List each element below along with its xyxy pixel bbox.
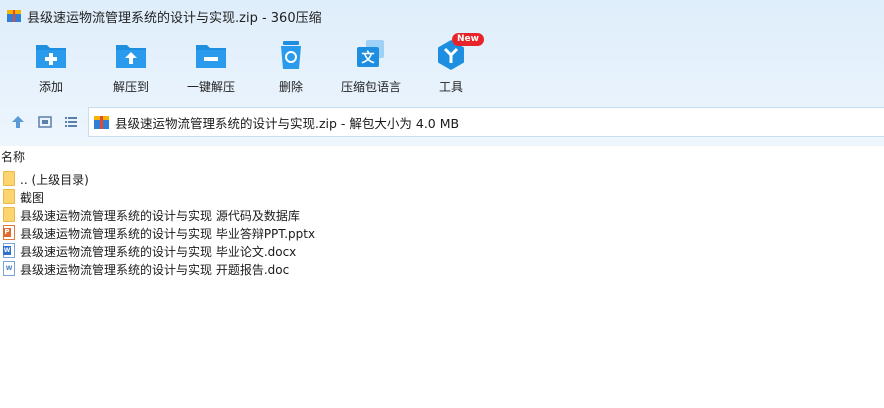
add-label: 添加 [38, 80, 63, 94]
recycle-bin-icon [274, 38, 308, 72]
extract-to-label: 解压到 [112, 80, 149, 94]
docx-file-icon [3, 243, 17, 259]
pptx-file-icon [3, 225, 17, 241]
list-item[interactable]: 县级速运物流管理系统的设计与实现 源代码及数据库 [0, 206, 884, 224]
extract-to-icon [114, 38, 148, 72]
toolbar: 添加 解压到 一键解压 删除 文 压缩包语言 工具 New [0, 33, 884, 96]
folder-icon [3, 207, 17, 223]
navigation-bar: 县级速运物流管理系统的设计与实现.zip - 解包大小为 4.0 MB [0, 106, 884, 138]
one-click-extract-icon [194, 38, 228, 72]
top-chrome: 县级速运物流管理系统的设计与实现.zip - 360压缩 添加 解压到 一键解压… [0, 0, 884, 146]
file-name: .. (上级目录) [20, 172, 89, 187]
file-name: 县级速运物流管理系统的设计与实现 源代码及数据库 [20, 208, 300, 223]
add-folder-icon [34, 38, 68, 72]
column-header: 名称 [0, 146, 884, 166]
tools-button[interactable]: 工具 [411, 38, 491, 96]
one-click-extract-button[interactable]: 一键解压 [171, 38, 251, 96]
file-name: 县级速运物流管理系统的设计与实现 毕业论文.docx [20, 244, 297, 259]
file-name: 县级速运物流管理系统的设计与实现 开题报告.doc [20, 262, 290, 277]
folder-icon [3, 171, 17, 187]
archive-language-icon: 文 [354, 38, 388, 72]
file-name: 截图 [20, 190, 45, 205]
list-item[interactable]: 截图 [0, 188, 884, 206]
thumbnail-view-icon[interactable] [37, 114, 53, 130]
window-title: 县级速运物流管理系统的设计与实现.zip - 360压缩 [27, 10, 322, 26]
list-item[interactable]: 县级速运物流管理系统的设计与实现 毕业答辩PPT.pptx [0, 224, 884, 242]
title-bar: 县级速运物流管理系统的设计与实现.zip - 360压缩 [0, 0, 884, 32]
tools-label: 工具 [438, 80, 463, 94]
path-text: 县级速运物流管理系统的设计与实现.zip - 解包大小为 4.0 MB [115, 115, 460, 131]
add-button[interactable]: 添加 [11, 38, 91, 96]
archive-app-icon [7, 9, 21, 23]
one-click-extract-label: 一键解压 [186, 80, 235, 94]
list-item[interactable]: 县级速运物流管理系统的设计与实现 毕业论文.docx [0, 242, 884, 260]
archive-language-label: 压缩包语言 [340, 80, 401, 94]
folder-icon [3, 189, 17, 205]
delete-button[interactable]: 删除 [251, 38, 331, 96]
new-badge: New [452, 33, 484, 46]
list-view-icon[interactable] [63, 114, 79, 130]
svg-text:文: 文 [361, 50, 375, 66]
path-bar[interactable]: 县级速运物流管理系统的设计与实现.zip - 解包大小为 4.0 MB [88, 107, 884, 137]
list-item[interactable]: .. (上级目录) [0, 170, 884, 188]
doc-file-icon [3, 261, 17, 277]
zip-file-icon [94, 115, 109, 130]
name-column-header[interactable]: 名称 [1, 148, 25, 165]
list-item[interactable]: 县级速运物流管理系统的设计与实现 开题报告.doc [0, 260, 884, 278]
up-arrow-icon[interactable] [10, 114, 26, 130]
extract-to-button[interactable]: 解压到 [91, 38, 171, 96]
archive-language-button[interactable]: 文 压缩包语言 [331, 38, 411, 96]
file-name: 县级速运物流管理系统的设计与实现 毕业答辩PPT.pptx [20, 226, 316, 241]
delete-label: 删除 [278, 80, 303, 94]
file-list: .. (上级目录) 截图 县级速运物流管理系统的设计与实现 源代码及数据库 县级… [0, 170, 884, 278]
